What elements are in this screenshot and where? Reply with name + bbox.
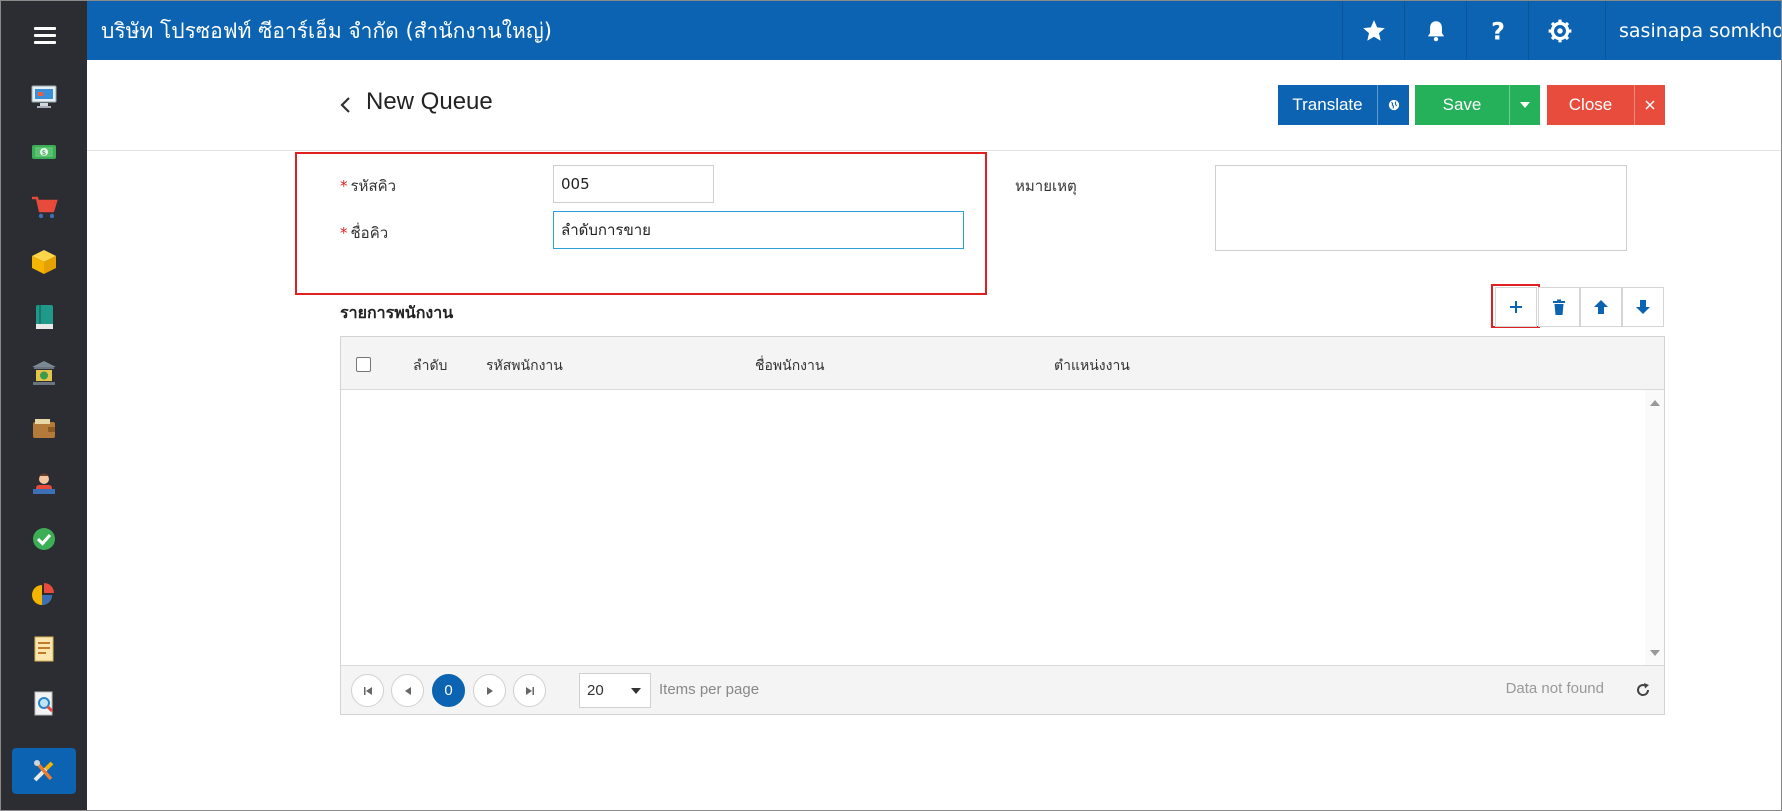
search-doc-icon[interactable] bbox=[19, 684, 69, 724]
pie-chart-icon[interactable] bbox=[19, 574, 69, 614]
last-page-button[interactable] bbox=[513, 674, 546, 707]
add-button[interactable] bbox=[1495, 287, 1537, 327]
money-icon[interactable]: $ bbox=[19, 132, 69, 172]
remark-textarea[interactable] bbox=[1215, 165, 1627, 251]
save-dropdown-icon[interactable] bbox=[1509, 85, 1540, 125]
column-header[interactable]: รหัสพนักงาน bbox=[486, 355, 563, 377]
select-all-checkbox[interactable] bbox=[356, 357, 371, 372]
grid-pager: 0 20 Items per page Data not found bbox=[341, 665, 1664, 714]
bell-icon[interactable] bbox=[1404, 1, 1466, 60]
employee-grid: ลำดับ รหัสพนักงาน ชื่อพนักงาน ตำแหน่งงาน… bbox=[340, 336, 1665, 715]
check-icon[interactable] bbox=[19, 519, 69, 559]
column-header[interactable]: ชื่อพนักงาน bbox=[755, 355, 824, 377]
scroll-down-icon[interactable] bbox=[1650, 650, 1660, 656]
code-label-text: รหัสคิว bbox=[350, 177, 397, 195]
top-bar: บริษัท โปรซอฟท์ ซีอาร์เอ็ม จำกัด (สำนักง… bbox=[87, 1, 1781, 60]
grid-scrollbar[interactable] bbox=[1645, 390, 1664, 666]
current-page[interactable]: 0 bbox=[432, 674, 465, 707]
cart-icon[interactable] bbox=[19, 187, 69, 227]
help-icon[interactable]: ? bbox=[1466, 1, 1528, 60]
box-icon[interactable] bbox=[19, 242, 69, 282]
close-button[interactable]: Close bbox=[1547, 85, 1634, 125]
header-divider bbox=[87, 150, 1781, 151]
required-mark: * bbox=[340, 224, 348, 242]
page-title: New Queue bbox=[366, 88, 493, 115]
plus-icon bbox=[1510, 301, 1522, 313]
required-mark: * bbox=[340, 177, 348, 195]
name-label-text: ชื่อคิว bbox=[350, 224, 389, 242]
arrow-up-icon bbox=[1594, 300, 1608, 314]
section-title: รายการพนักงาน bbox=[340, 303, 454, 322]
remark-label: หมายเหตุ bbox=[1015, 177, 1077, 195]
svg-text:$: $ bbox=[42, 149, 46, 157]
page-size-select[interactable]: 20 bbox=[579, 673, 651, 708]
star-icon[interactable] bbox=[1342, 1, 1404, 60]
first-page-button[interactable] bbox=[351, 674, 384, 707]
report-icon[interactable] bbox=[19, 629, 69, 669]
globe-icon[interactable] bbox=[1377, 85, 1409, 125]
next-page-button[interactable] bbox=[473, 674, 506, 707]
translate-button[interactable]: Translate bbox=[1278, 85, 1377, 125]
arrow-down-icon bbox=[1636, 300, 1650, 314]
page-size-value: 20 bbox=[587, 682, 604, 699]
prev-page-button[interactable] bbox=[391, 674, 424, 707]
company-name: บริษัท โปรซอฟท์ ซีอาร์เอ็ม จำกัด (สำนักง… bbox=[101, 19, 552, 43]
scroll-up-icon[interactable] bbox=[1650, 400, 1660, 406]
empty-status: Data not found bbox=[1505, 680, 1604, 697]
chevron-down-icon bbox=[631, 688, 641, 694]
save-button[interactable]: Save bbox=[1415, 85, 1509, 125]
book-icon[interactable] bbox=[19, 297, 69, 337]
queue-name-input[interactable]: ลำดับการขาย bbox=[553, 211, 964, 249]
code-label: * รหัสคิว bbox=[340, 174, 396, 198]
back-icon[interactable] bbox=[338, 93, 354, 117]
delete-button[interactable] bbox=[1538, 287, 1580, 327]
queue-code-input[interactable]: 005 bbox=[553, 165, 714, 203]
bank-icon[interactable] bbox=[19, 353, 69, 393]
refresh-icon[interactable] bbox=[1634, 681, 1652, 699]
sidebar: $ bbox=[1, 1, 87, 810]
menu-icon[interactable] bbox=[34, 27, 56, 45]
wallet-icon[interactable] bbox=[19, 409, 69, 449]
user-menu[interactable]: sasinapa somkho... bbox=[1605, 1, 1781, 60]
tools-icon[interactable] bbox=[12, 748, 76, 794]
person-icon[interactable] bbox=[19, 464, 69, 504]
trash-icon bbox=[1553, 299, 1565, 315]
column-header[interactable]: ตำแหน่งงาน bbox=[1054, 355, 1130, 377]
monitor-icon[interactable] bbox=[19, 76, 69, 116]
column-header[interactable]: ลำดับ bbox=[413, 355, 447, 377]
gear-icon[interactable] bbox=[1528, 1, 1590, 60]
svg-text:?: ? bbox=[1491, 18, 1505, 44]
name-label: * ชื่อคิว bbox=[340, 221, 388, 245]
grid-header: ลำดับ รหัสพนักงาน ชื่อพนักงาน ตำแหน่งงาน bbox=[341, 337, 1664, 390]
items-per-page-label: Items per page bbox=[659, 681, 760, 698]
move-down-button[interactable] bbox=[1622, 287, 1664, 327]
close-icon[interactable] bbox=[1634, 85, 1665, 125]
move-up-button[interactable] bbox=[1580, 287, 1622, 327]
